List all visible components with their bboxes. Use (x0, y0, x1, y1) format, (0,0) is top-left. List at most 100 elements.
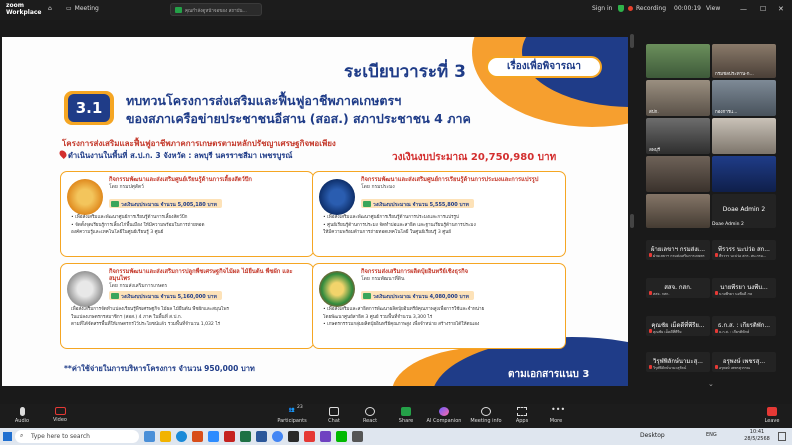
chevron-down-icon[interactable]: ⌄ (708, 380, 714, 388)
meeting-toolbar: Audio Video 23 👥 Participants Chat React … (0, 404, 792, 428)
participant-tile[interactable]: วิรุฬพิลักษ์นามะสุ... วิรุฬพิลักษ์นามะสุ… (646, 352, 710, 372)
meeting-info-button[interactable]: Meeting info (466, 407, 506, 424)
line-app-icon[interactable] (336, 431, 347, 442)
chat-label: Chat (328, 418, 340, 424)
recording-indicator[interactable]: Recording (628, 5, 666, 12)
card-budget-text: วงเงินงบประมาณ จำนวน 5,005,180 บาท (121, 201, 217, 208)
video-tile[interactable] (712, 156, 776, 192)
teams-icon[interactable] (320, 431, 331, 442)
acrobat-icon[interactable] (304, 431, 315, 442)
desktop-toolbar[interactable]: Desktop (640, 432, 665, 439)
video-tile[interactable]: กรมชลประทาน-ก... (712, 44, 776, 78)
participant-sub: ฝ่ายเลขาฯ กรมส่งเสริมการเกษตร (649, 253, 709, 259)
resize-handle[interactable] (630, 214, 634, 228)
file-explorer-icon[interactable] (160, 431, 171, 442)
card-title: กิจกรรมพัฒนาและส่งเสริมศูนย์เรียนรู้ด้าน… (109, 177, 311, 191)
more-button[interactable]: ••• More (536, 405, 576, 425)
word-icon[interactable] (256, 431, 267, 442)
project-title: โครงการส่งเสริมและฟื้นฟูอาชีพภาคการเกษตร… (62, 139, 336, 148)
participant-tile[interactable]: สสจ. กสก. สสจ. กสก. (646, 278, 710, 298)
card-org: โดย กรมประมง (361, 184, 395, 190)
activity-card: กิจกรรมพัฒนาและส่งเสริมศูนย์การเรียนรู้ด… (312, 171, 566, 257)
view-button[interactable]: View (706, 5, 720, 12)
chrome-icon[interactable] (272, 431, 283, 442)
taskbar-search-input[interactable]: ⌕ Type here to search (15, 430, 139, 443)
task-view-icon[interactable] (144, 431, 155, 442)
video-tile[interactable]: กองการแ... (712, 80, 776, 116)
language-indicator[interactable]: ENG (706, 432, 717, 438)
mic-muted-icon (649, 291, 652, 295)
admin-tile-name: Doae Admin 2 (722, 206, 766, 213)
video-button[interactable]: Video (40, 407, 80, 423)
security-icon[interactable] (618, 5, 624, 12)
participants-label: Participants (277, 418, 307, 424)
project-area: ดำเนินงานในพื้นที่ ส.ป.ก. 3 จังหวัด : ลพ… (68, 151, 293, 160)
card-bullets: เพื่อส่งเสริมการจัดทำแปลงเรียนรู้พืชเศรษ… (71, 306, 309, 329)
minimize-icon[interactable]: — (740, 5, 747, 13)
powerpoint-icon[interactable] (224, 431, 235, 442)
video-tile-label: สปก. (649, 110, 659, 115)
app-icon[interactable] (352, 431, 363, 442)
close-icon[interactable]: ✕ (778, 5, 784, 13)
agenda-tag: เรื่องเพื่อพิจารณา (486, 56, 602, 78)
participant-tile[interactable]: นายพีรยา นงพีบ... นายพีรยา นงพีบดี กษ (712, 278, 776, 298)
participant-sub-text: นายพีรยา นงพีบดี กษ (719, 292, 753, 296)
money-icon (363, 200, 371, 207)
chat-button[interactable]: Chat (314, 407, 354, 424)
clock-date: 28/5/2568 (744, 436, 770, 442)
sign-in-button[interactable]: Sign in (592, 5, 612, 12)
participant-tile[interactable]: ธ.ก.ส. : เกียรติพัก... ธ.ก.ส. : เกียรติพ… (712, 316, 776, 336)
card-budget: วงเงินงบประมาณ จำนวน 5,555,800 บาท (361, 199, 474, 208)
windows-start-icon[interactable] (3, 432, 12, 441)
clock[interactable]: 10:41 28/5/2568 (740, 429, 774, 443)
excel-icon[interactable] (240, 431, 251, 442)
card-bullets: • เพื่อส่งเสริมและพัฒนาศูนย์การเรียนรู้ด… (323, 214, 561, 237)
video-tile[interactable] (646, 44, 710, 78)
participant-tile[interactable]: พีรวรร นะบ่ว่อ สก... พีรวรร นะบ่ว่อ สกร.… (712, 240, 776, 260)
edge-browser-icon[interactable] (176, 431, 187, 442)
card-bullets: • เพื่อส่งเสริมและพัฒนาศูนย์การเรียนรู้ด… (71, 214, 309, 237)
home-icon[interactable]: ⌂ (48, 5, 52, 12)
notification-icon[interactable] (778, 432, 786, 441)
card-title: กิจกรรมพัฒนาและส่งเสริมการปลูกพืชเศรษฐกิ… (109, 269, 311, 290)
participant-tile[interactable]: คุณชัย เม็ดดีที่พีรีย... คุณชัย เม็ดดีที… (646, 316, 710, 336)
meeting-tab[interactable]: ▭ Meeting (66, 5, 99, 12)
video-tile[interactable] (646, 156, 710, 192)
video-tile[interactable]: สปก. (646, 80, 710, 116)
share-label: คุณกำลังดูหน้าจอของ สถาบัน... (185, 9, 247, 14)
ai-companion-button[interactable]: AI Companion (424, 407, 464, 424)
leave-button[interactable]: Leave (752, 407, 792, 424)
video-tile[interactable]: ลพบุรี (646, 118, 710, 154)
react-button[interactable]: React (350, 407, 390, 424)
more-dots-icon: ••• (551, 405, 566, 414)
meeting-info-label: Meeting info (470, 418, 502, 424)
participant-sub: นายพีรยา นงพีบดี กษ (715, 291, 775, 297)
office-app-icon[interactable] (192, 431, 203, 442)
maximize-icon[interactable]: ☐ (760, 5, 766, 13)
card-budget-text: วงเงินงบประมาณ จำนวน 5,160,000 บาท (121, 293, 217, 300)
card-bullets: • เพื่อส่งเสริมและสาธิตการพัฒนาผลิตปุ๋ยอ… (323, 306, 561, 329)
ai-companion-label: AI Companion (426, 418, 462, 424)
audio-label: Audio (14, 418, 30, 424)
screen-share-indicator[interactable]: คุณกำลังดูหน้าจอของ สถาบัน... (170, 3, 262, 16)
participant-tile[interactable]: ผ้ายเลขาฯ กรมส่งเ... ฝ่ายเลขาฯ กรมส่งเสร… (646, 240, 710, 260)
audio-button[interactable]: Audio (2, 407, 42, 424)
resize-handle[interactable] (630, 34, 634, 48)
participants-button[interactable]: 23 👥 Participants (272, 405, 312, 424)
participants-count: 23 (297, 405, 303, 410)
activity-card: กิจกรรมพัฒนาและส่งเสริมศูนย์เรียนรู้ด้าน… (60, 171, 314, 257)
zoom-app-icon[interactable] (208, 431, 219, 442)
heading-line1: ทบทวนโครงการส่งเสริมและฟื้นฟูอาชีพภาคเกษ… (126, 93, 402, 108)
share-button[interactable]: Share (386, 407, 426, 424)
obs-icon[interactable] (288, 431, 299, 442)
mic-muted-icon (715, 291, 718, 295)
participant-tile[interactable]: อรุพงษ์ เพชรสุ... อรุพงษ์ เพชรสุวรรณ (712, 352, 776, 372)
chat-icon (329, 407, 339, 416)
video-off-icon (54, 407, 66, 415)
card-budget-text: วงเงินงบประมาณ จำนวน 4,080,000 บาท (373, 293, 469, 300)
video-tile[interactable] (712, 118, 776, 154)
clock-time: 10:41 (749, 429, 765, 435)
meeting-timer: 00:00:19 (674, 5, 701, 12)
video-tile[interactable] (646, 194, 710, 228)
participant-sub: คุณชัย เม็ดดีที่พีรีย (649, 329, 709, 335)
